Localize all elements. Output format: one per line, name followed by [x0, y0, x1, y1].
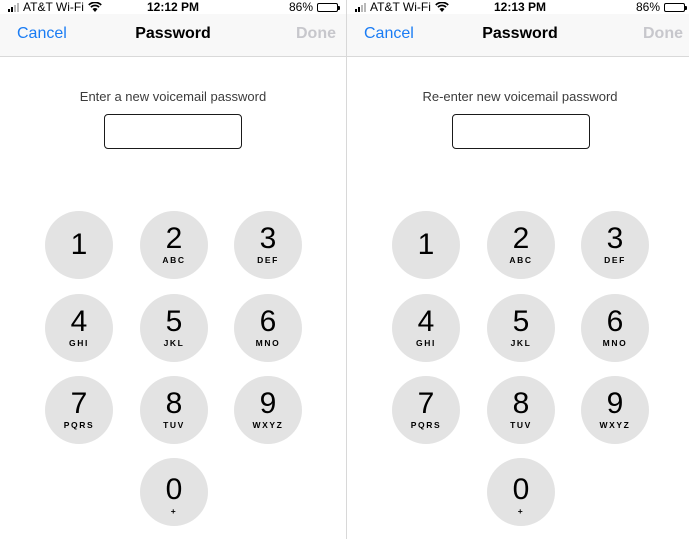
- key-letters: GHI: [416, 338, 436, 348]
- key-digit: 8: [165, 387, 183, 420]
- key-letters: JKL: [163, 338, 185, 348]
- key-6[interactable]: 6 MNO: [234, 294, 302, 362]
- key-digit: 4: [417, 305, 435, 338]
- password-prompt: Enter a new voicemail password: [79, 89, 267, 104]
- password-field[interactable]: [104, 114, 242, 149]
- key-digit: 2: [512, 222, 530, 255]
- key-7[interactable]: 7 PQRS: [45, 376, 113, 444]
- key-digit: 8: [512, 387, 530, 420]
- key-3[interactable]: 3 DEF: [581, 211, 649, 279]
- key-letters: MNO: [602, 338, 628, 348]
- key-digit: 7: [417, 387, 435, 420]
- key-0[interactable]: 0 +: [487, 458, 555, 526]
- key-8[interactable]: 8 TUV: [487, 376, 555, 444]
- screen-reenter-password: AT&T Wi-Fi 12:13 PM 86% Cancel Password …: [347, 0, 689, 539]
- key-digit: 3: [259, 222, 277, 255]
- key-letters: DEF: [604, 255, 626, 265]
- key-digit: 0: [512, 473, 530, 506]
- battery-icon: [317, 2, 340, 12]
- key-letters: TUV: [510, 420, 532, 430]
- key-1[interactable]: 1: [45, 211, 113, 279]
- battery-icon: [664, 2, 687, 12]
- key-letters: WXYZ: [252, 420, 284, 430]
- key-letters: +: [170, 506, 178, 516]
- key-digit: 1: [70, 228, 88, 261]
- password-prompt: Re-enter new voicemail password: [422, 89, 618, 104]
- key-5[interactable]: 5 JKL: [487, 294, 555, 362]
- key-8[interactable]: 8 TUV: [140, 376, 208, 444]
- key-letters: JKL: [510, 338, 532, 348]
- key-letters: WXYZ: [599, 420, 631, 430]
- page-title: Password: [135, 25, 211, 42]
- key-letters: PQRS: [410, 420, 442, 430]
- key-digit: 7: [70, 387, 88, 420]
- key-4[interactable]: 4 GHI: [392, 294, 460, 362]
- key-letters: +: [517, 506, 525, 516]
- done-button[interactable]: Done: [643, 25, 683, 43]
- key-letters: DEF: [257, 255, 279, 265]
- key-letters: ABC: [162, 255, 186, 265]
- navigation-bar: Cancel Password Done: [347, 14, 689, 57]
- key-digit: 2: [165, 222, 183, 255]
- key-letters: GHI: [69, 338, 89, 348]
- key-4[interactable]: 4 GHI: [45, 294, 113, 362]
- key-0[interactable]: 0 +: [140, 458, 208, 526]
- key-digit: 3: [606, 222, 624, 255]
- key-2[interactable]: 2 ABC: [140, 211, 208, 279]
- battery-percent: 86%: [288, 0, 313, 14]
- key-letters: MNO: [255, 338, 281, 348]
- key-3[interactable]: 3 DEF: [234, 211, 302, 279]
- page-title: Password: [482, 25, 558, 42]
- key-letters: TUV: [163, 420, 185, 430]
- key-1[interactable]: 1: [392, 211, 460, 279]
- status-bar: AT&T Wi-Fi 12:13 PM 86%: [347, 0, 689, 14]
- key-digit: 9: [606, 387, 624, 420]
- key-digit: 4: [70, 305, 88, 338]
- key-digit: 0: [165, 473, 183, 506]
- key-2[interactable]: 2 ABC: [487, 211, 555, 279]
- key-digit: 5: [512, 305, 530, 338]
- key-letters: PQRS: [63, 420, 95, 430]
- key-digit: 6: [259, 305, 277, 338]
- key-digit: 6: [606, 305, 624, 338]
- key-5[interactable]: 5 JKL: [140, 294, 208, 362]
- key-6[interactable]: 6 MNO: [581, 294, 649, 362]
- key-digit: 1: [417, 228, 435, 261]
- key-9[interactable]: 9 WXYZ: [234, 376, 302, 444]
- key-letters: ABC: [509, 255, 533, 265]
- battery-percent: 86%: [635, 0, 660, 14]
- screen-enter-password: AT&T Wi-Fi 12:12 PM 86% Cancel Password …: [0, 0, 346, 539]
- key-digit: 9: [259, 387, 277, 420]
- done-button[interactable]: Done: [296, 25, 336, 43]
- status-bar: AT&T Wi-Fi 12:12 PM 86%: [0, 0, 346, 14]
- key-9[interactable]: 9 WXYZ: [581, 376, 649, 444]
- key-7[interactable]: 7 PQRS: [392, 376, 460, 444]
- password-field[interactable]: [452, 114, 590, 149]
- navigation-bar: Cancel Password Done: [0, 14, 346, 57]
- key-digit: 5: [165, 305, 183, 338]
